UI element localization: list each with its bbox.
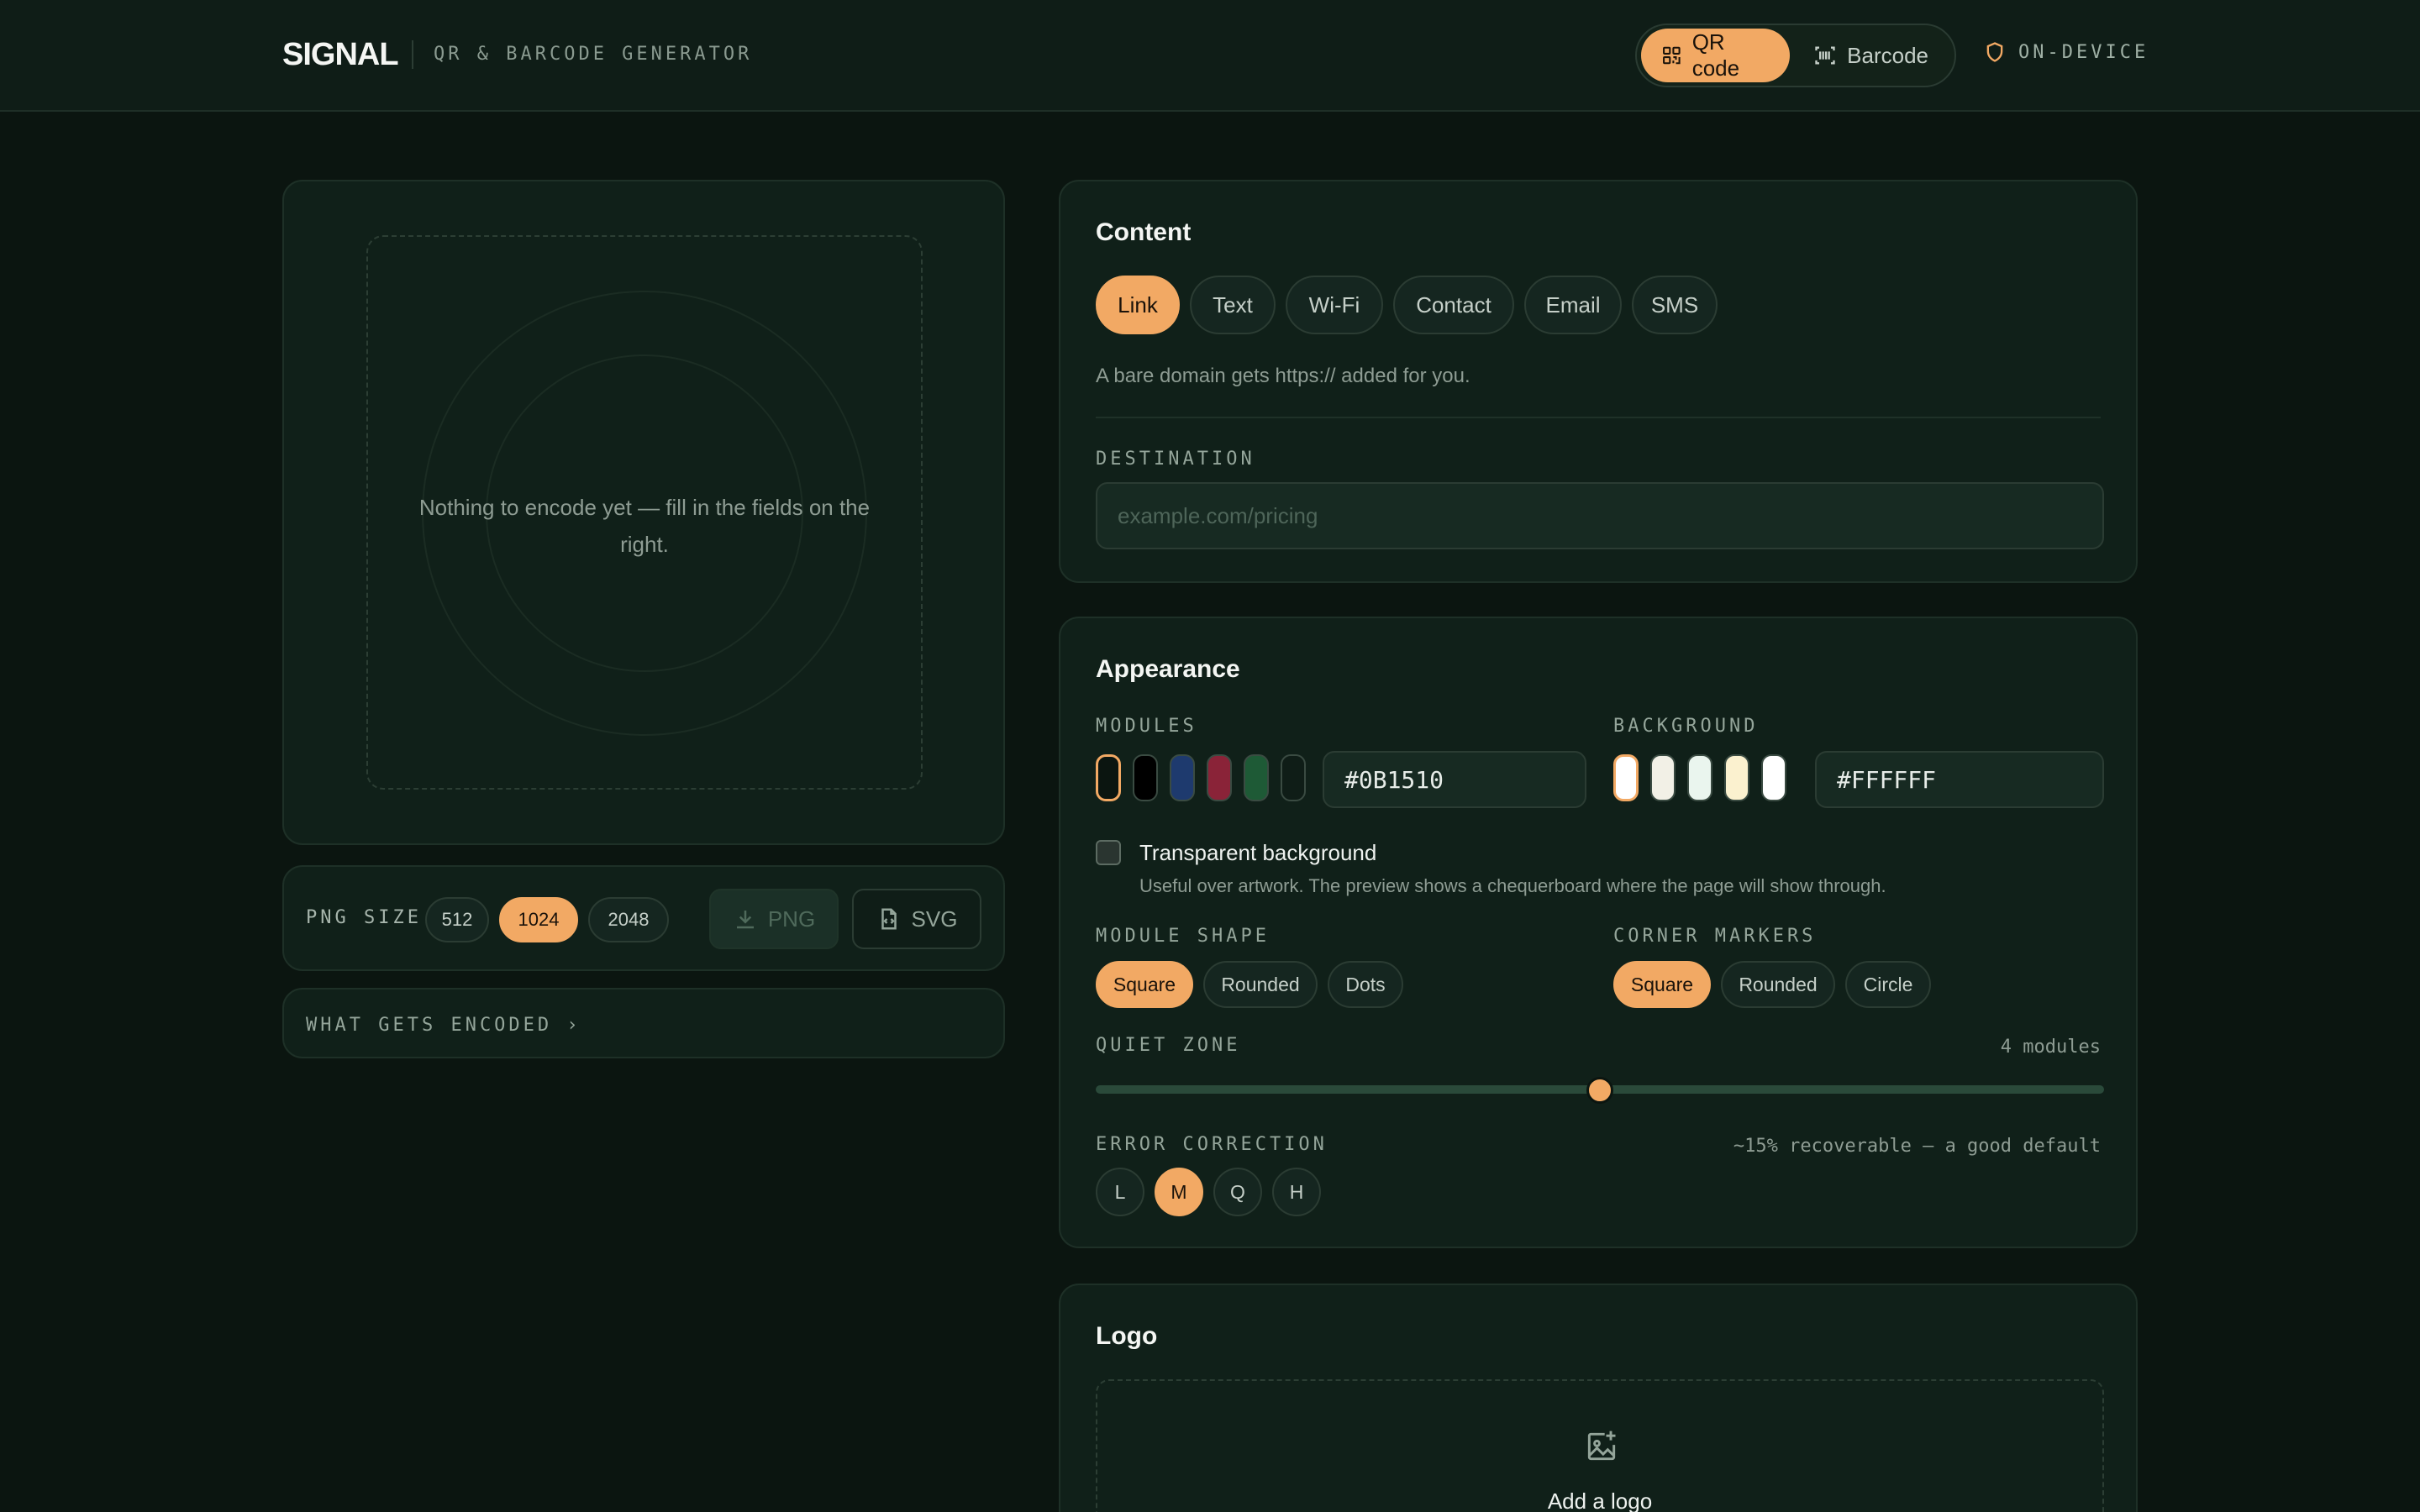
mode-switch: QR code Barcode (1635, 24, 1956, 87)
size-512-button[interactable]: 512 (425, 897, 489, 942)
tab-contact[interactable]: Contact (1393, 276, 1514, 334)
module-swatch[interactable] (1170, 754, 1195, 801)
tab-link[interactable]: Link (1096, 276, 1180, 334)
file-code-icon (881, 908, 897, 930)
module-swatch[interactable] (1207, 754, 1232, 801)
module-shape-square[interactable]: Square (1096, 961, 1193, 1008)
preview-frame: Nothing to encode yet — fill in the fiel… (366, 235, 923, 790)
destination-input[interactable] (1096, 482, 2104, 549)
appearance-panel: Appearance MODULES BACKGROUND Transparen… (1059, 617, 2138, 1248)
image-plus-icon (1587, 1431, 1616, 1461)
transparent-checkbox[interactable] (1096, 840, 1121, 865)
what-gets-encoded-label: WHAT GETS ENCODED › (306, 1015, 581, 1036)
module-shape-dots[interactable]: Dots (1328, 961, 1403, 1008)
download-svg-button[interactable]: SVG (852, 889, 981, 949)
module-swatch[interactable] (1281, 754, 1306, 801)
download-png-label: PNG (767, 906, 816, 932)
background-swatch[interactable] (1687, 754, 1712, 801)
mode-barcode-button[interactable]: Barcode (1793, 29, 1950, 82)
error-correction-label: ERROR CORRECTION (1096, 1134, 1328, 1155)
destination-label: DESTINATION (1096, 449, 1255, 470)
qr-icon (1663, 46, 1681, 65)
transparent-description: Useful over artwork. The preview shows a… (1139, 875, 1886, 896)
module-hex-input[interactable] (1323, 751, 1586, 808)
error-level-q[interactable]: Q (1213, 1168, 1262, 1216)
tab-wifi[interactable]: Wi-Fi (1286, 276, 1383, 334)
brand-logo: SIGNAL (282, 37, 399, 72)
download-icon (736, 911, 754, 929)
content-title: Content (1096, 218, 1192, 246)
corner-rounded[interactable]: Rounded (1721, 961, 1835, 1008)
top-bar: SIGNAL QR & BARCODE GENERATOR QR code Ba… (0, 0, 2420, 112)
shield-icon (1986, 42, 2003, 62)
appearance-title: Appearance (1096, 655, 1240, 683)
corner-circle[interactable]: Circle (1845, 961, 1931, 1008)
logo-panel: Logo Add a logo (1059, 1284, 2138, 1512)
download-svg-label: SVG (911, 906, 958, 932)
module-swatch[interactable] (1244, 754, 1269, 801)
mode-qr-label: QR code (1691, 29, 1740, 81)
logo-dropzone[interactable]: Add a logo (1096, 1379, 2104, 1512)
corner-square[interactable]: Square (1613, 961, 1711, 1008)
what-gets-encoded-toggle[interactable]: WHAT GETS ENCODED › (282, 988, 1005, 1058)
download-png-button[interactable]: PNG (709, 889, 839, 949)
error-level-l[interactable]: L (1096, 1168, 1144, 1216)
transparent-label: Transparent background (1139, 840, 1377, 865)
preview-empty-message: Nothing to encode yet — fill in the fiel… (418, 495, 871, 557)
tab-sms[interactable]: SMS (1632, 276, 1718, 334)
corner-markers-label: CORNER MARKERS (1613, 926, 1817, 947)
brand-subtitle: QR & BARCODE GENERATOR (434, 44, 753, 65)
module-shape-rounded[interactable]: Rounded (1203, 961, 1318, 1008)
add-logo-label: Add a logo (1547, 1488, 1653, 1512)
background-swatch[interactable] (1613, 754, 1639, 801)
size-1024-button[interactable]: 1024 (499, 897, 578, 942)
on-device-label: ON-DEVICE (2018, 41, 2149, 63)
modules-label: MODULES (1096, 716, 1197, 737)
quiet-zone-value: 4 modules (2000, 1037, 2101, 1058)
mode-qr-button[interactable]: QR code (1641, 29, 1791, 82)
error-level-h[interactable]: H (1272, 1168, 1321, 1216)
module-swatch[interactable] (1096, 754, 1121, 801)
background-swatch[interactable] (1724, 754, 1749, 801)
content-divider (1096, 417, 2101, 418)
brand-divider (412, 40, 413, 69)
size-2048-button[interactable]: 2048 (588, 897, 669, 942)
module-swatch[interactable] (1133, 754, 1158, 801)
quiet-zone-label: QUIET ZONE (1096, 1035, 1241, 1056)
background-swatch[interactable] (1761, 754, 1786, 801)
content-panel: Content Link Text Wi-Fi Contact Email SM… (1059, 180, 2138, 583)
background-hex-input[interactable] (1815, 751, 2104, 808)
logo-title: Logo (1096, 1322, 1158, 1350)
error-level-m[interactable]: M (1155, 1168, 1203, 1216)
tab-email[interactable]: Email (1524, 276, 1622, 334)
preview-panel: Nothing to encode yet — fill in the fiel… (282, 180, 1005, 845)
tab-text[interactable]: Text (1190, 276, 1276, 334)
error-correction-note: ~15% recoverable — a good default (1733, 1136, 2101, 1157)
mode-barcode-label: Barcode (1847, 42, 1928, 68)
export-bar: PNG SIZE 512 1024 2048 PNG SVG (282, 865, 1005, 971)
module-shape-label: MODULE SHAPE (1096, 926, 1270, 947)
png-size-label: PNG SIZE (306, 907, 422, 928)
background-label: BACKGROUND (1613, 716, 1759, 737)
on-device-badge: ON-DEVICE (1983, 40, 2149, 64)
content-hint: A bare domain gets https:// added for yo… (1096, 365, 1470, 387)
barcode-icon (1815, 46, 1835, 65)
background-swatch[interactable] (1650, 754, 1676, 801)
quiet-zone-slider-thumb[interactable] (1586, 1077, 1613, 1104)
